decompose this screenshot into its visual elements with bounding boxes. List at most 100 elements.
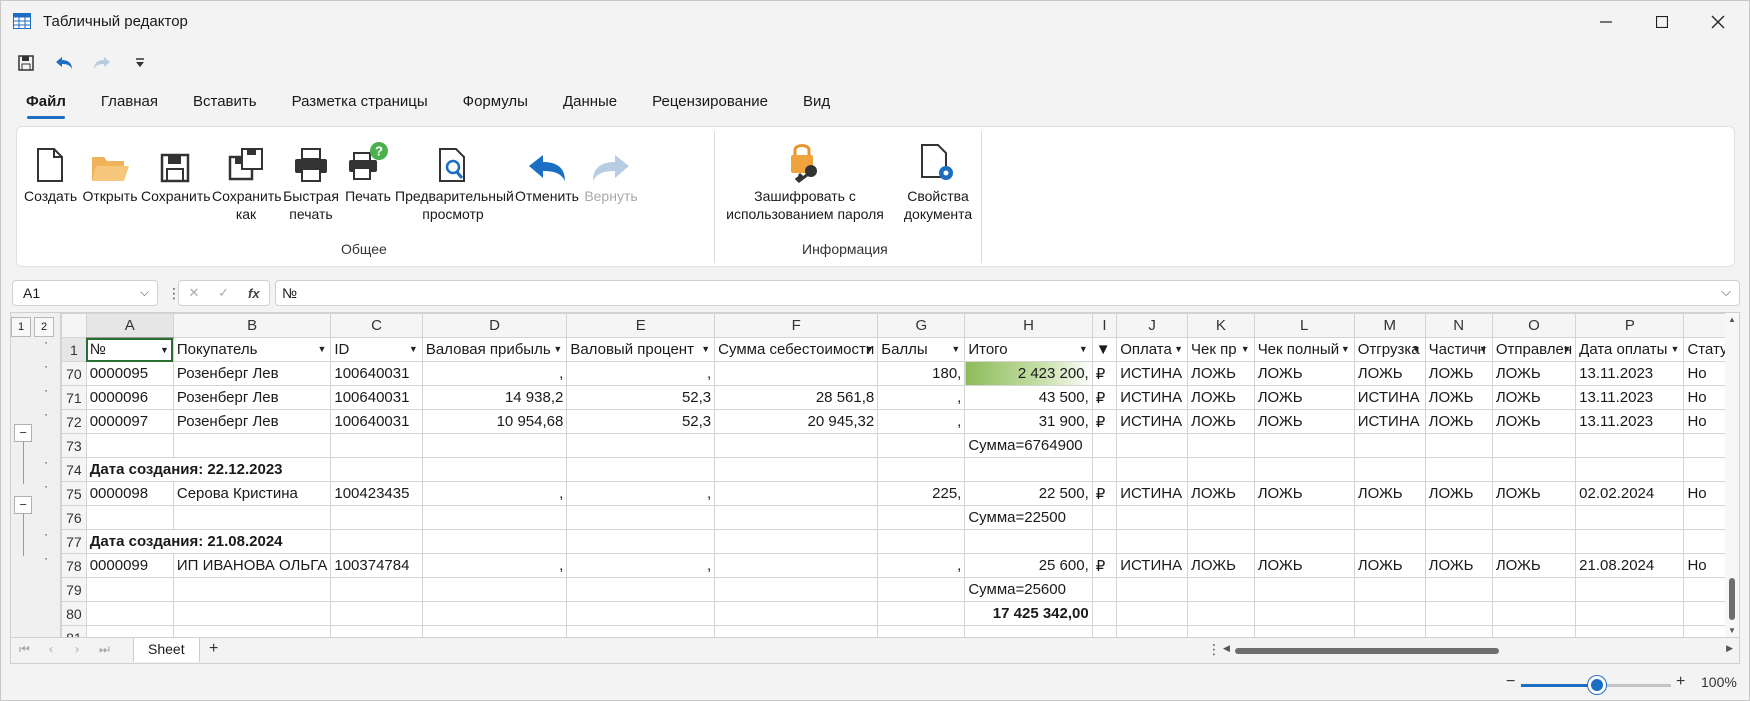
table-cell[interactable] (714, 457, 879, 482)
table-cell[interactable]: ЛОЖЬ (1187, 361, 1255, 386)
table-cell[interactable] (330, 601, 423, 626)
qat-undo-button[interactable] (53, 52, 75, 74)
table-cell[interactable]: 02.02.2024 (1575, 481, 1685, 506)
table-cell[interactable]: 13.11.2023 (1575, 361, 1685, 386)
table-cell[interactable]: ЛОЖЬ (1253, 553, 1355, 578)
table-cell[interactable] (1116, 529, 1189, 554)
filter-dropdown-icon[interactable]: ▼ (409, 344, 418, 354)
table-cell[interactable]: ₽ (1091, 409, 1118, 434)
header-cell[interactable]: Итого ▼ (964, 337, 1093, 362)
table-cell[interactable]: ИСТИНА (1353, 409, 1426, 434)
table-cell[interactable] (1424, 505, 1493, 530)
column-header[interactable]: O (1491, 313, 1577, 338)
header-cell[interactable]: Дата оплаты ▼ (1575, 337, 1685, 362)
table-cell[interactable] (1187, 505, 1255, 530)
horizontal-scroll-thumb[interactable] (1235, 648, 1499, 654)
table-cell[interactable]: ЛОЖЬ (1187, 481, 1255, 506)
column-header[interactable]: L (1253, 313, 1355, 338)
header-cell[interactable]: Валовый процент ▼ (566, 337, 716, 362)
print-button[interactable]: ? Печать (342, 137, 394, 205)
encrypt-button[interactable]: Зашифровать с использованием пароля (721, 137, 889, 223)
undo-button[interactable]: Отменить (515, 137, 579, 205)
table-cell[interactable] (1253, 457, 1355, 482)
filter-dropdown-icon[interactable]: ▼ (1241, 344, 1250, 354)
table-cell[interactable] (1187, 625, 1255, 637)
column-header[interactable]: I (1091, 313, 1118, 338)
table-cell[interactable] (714, 601, 879, 626)
filter-dropdown-icon[interactable]: ▼ (1174, 344, 1183, 354)
table-cell[interactable] (877, 433, 966, 458)
table-cell[interactable]: ₽ (1091, 553, 1118, 578)
table-cell[interactable]: , (877, 385, 966, 410)
filter-dropdown-icon[interactable]: ▼ (1341, 344, 1350, 354)
confirm-icon[interactable]: ✓ (218, 285, 229, 301)
maximize-button[interactable] (1639, 7, 1685, 37)
sheet-tab[interactable]: Sheet (133, 638, 200, 662)
table-cell[interactable] (330, 433, 423, 458)
column-header[interactable]: E (566, 313, 716, 338)
table-cell[interactable]: ЛОЖЬ (1491, 385, 1577, 410)
table-cell[interactable] (1353, 457, 1426, 482)
table-cell[interactable]: ИСТИНА (1116, 481, 1189, 506)
new-button[interactable]: Создать (24, 137, 77, 205)
table-cell[interactable]: 22 500, (964, 481, 1093, 506)
table-cell[interactable]: ₽ (1091, 385, 1118, 410)
table-cell[interactable]: , (566, 481, 716, 506)
table-cell[interactable]: 13.11.2023 (1575, 385, 1685, 410)
column-header[interactable]: B (172, 313, 332, 338)
table-cell[interactable]: Сумма=6764900 (964, 433, 1093, 458)
table-cell[interactable] (1575, 577, 1685, 602)
table-cell[interactable] (964, 625, 1093, 637)
table-cell[interactable] (714, 433, 879, 458)
table-cell[interactable]: 180, (877, 361, 966, 386)
column-header[interactable]: N (1424, 313, 1493, 338)
table-cell[interactable]: 0000097 (85, 409, 174, 434)
table-cell[interactable] (1575, 505, 1685, 530)
table-cell[interactable] (1187, 433, 1255, 458)
table-cell[interactable] (964, 529, 1093, 554)
header-cell[interactable]: Чек полный ▼ (1253, 337, 1355, 362)
insert-function-icon[interactable]: fx (248, 286, 260, 301)
tab-formulas[interactable]: Формулы (452, 89, 539, 119)
scroll-up-icon[interactable]: ▲ (1728, 315, 1736, 324)
table-cell[interactable]: ИСТИНА (1116, 553, 1189, 578)
table-cell[interactable]: 0000096 (85, 385, 174, 410)
row-number[interactable]: 74 (61, 457, 87, 482)
table-cell[interactable] (421, 457, 568, 482)
row-number[interactable]: 70 (61, 361, 87, 386)
table-cell[interactable]: ЛОЖЬ (1424, 481, 1493, 506)
table-cell[interactable] (172, 601, 332, 626)
header-cell[interactable]: Частичн ▼ (1424, 337, 1493, 362)
filter-dropdown-icon[interactable]: ▼ (701, 344, 710, 354)
table-cell[interactable]: ₽ (1091, 361, 1118, 386)
table-cell[interactable] (85, 601, 174, 626)
vertical-scroll-thumb[interactable] (1729, 578, 1735, 620)
row-number[interactable]: 73 (61, 433, 87, 458)
table-cell[interactable]: 0000098 (85, 481, 174, 506)
table-cell[interactable] (1091, 433, 1118, 458)
tab-home[interactable]: Главная (90, 89, 169, 119)
table-cell[interactable]: 0000095 (85, 361, 174, 386)
first-sheet-icon[interactable]: ⏮ (19, 642, 30, 657)
table-cell[interactable] (1424, 529, 1493, 554)
table-cell[interactable]: ИСТИНА (1353, 385, 1426, 410)
save-button[interactable]: Сохранить (141, 137, 211, 205)
tab-view[interactable]: Вид (792, 89, 841, 119)
table-cell[interactable] (1353, 505, 1426, 530)
column-header[interactable]: H (964, 313, 1093, 338)
table-cell[interactable]: 100423435 (330, 481, 423, 506)
row-number[interactable]: 75 (61, 481, 87, 506)
table-cell[interactable] (566, 529, 716, 554)
table-cell[interactable] (714, 553, 879, 578)
table-cell[interactable] (1575, 529, 1685, 554)
document-properties-button[interactable]: Свойства документа (896, 137, 980, 223)
table-cell[interactable] (877, 625, 966, 637)
table-cell[interactable] (1424, 457, 1493, 482)
table-cell[interactable] (714, 529, 879, 554)
close-button[interactable] (1695, 7, 1741, 37)
table-cell[interactable] (1424, 601, 1493, 626)
table-cell[interactable]: , (421, 481, 568, 506)
table-cell[interactable]: ЛОЖЬ (1187, 385, 1255, 410)
column-header[interactable]: C (330, 313, 423, 338)
filter-dropdown-icon[interactable]: ▼ (1412, 344, 1421, 354)
